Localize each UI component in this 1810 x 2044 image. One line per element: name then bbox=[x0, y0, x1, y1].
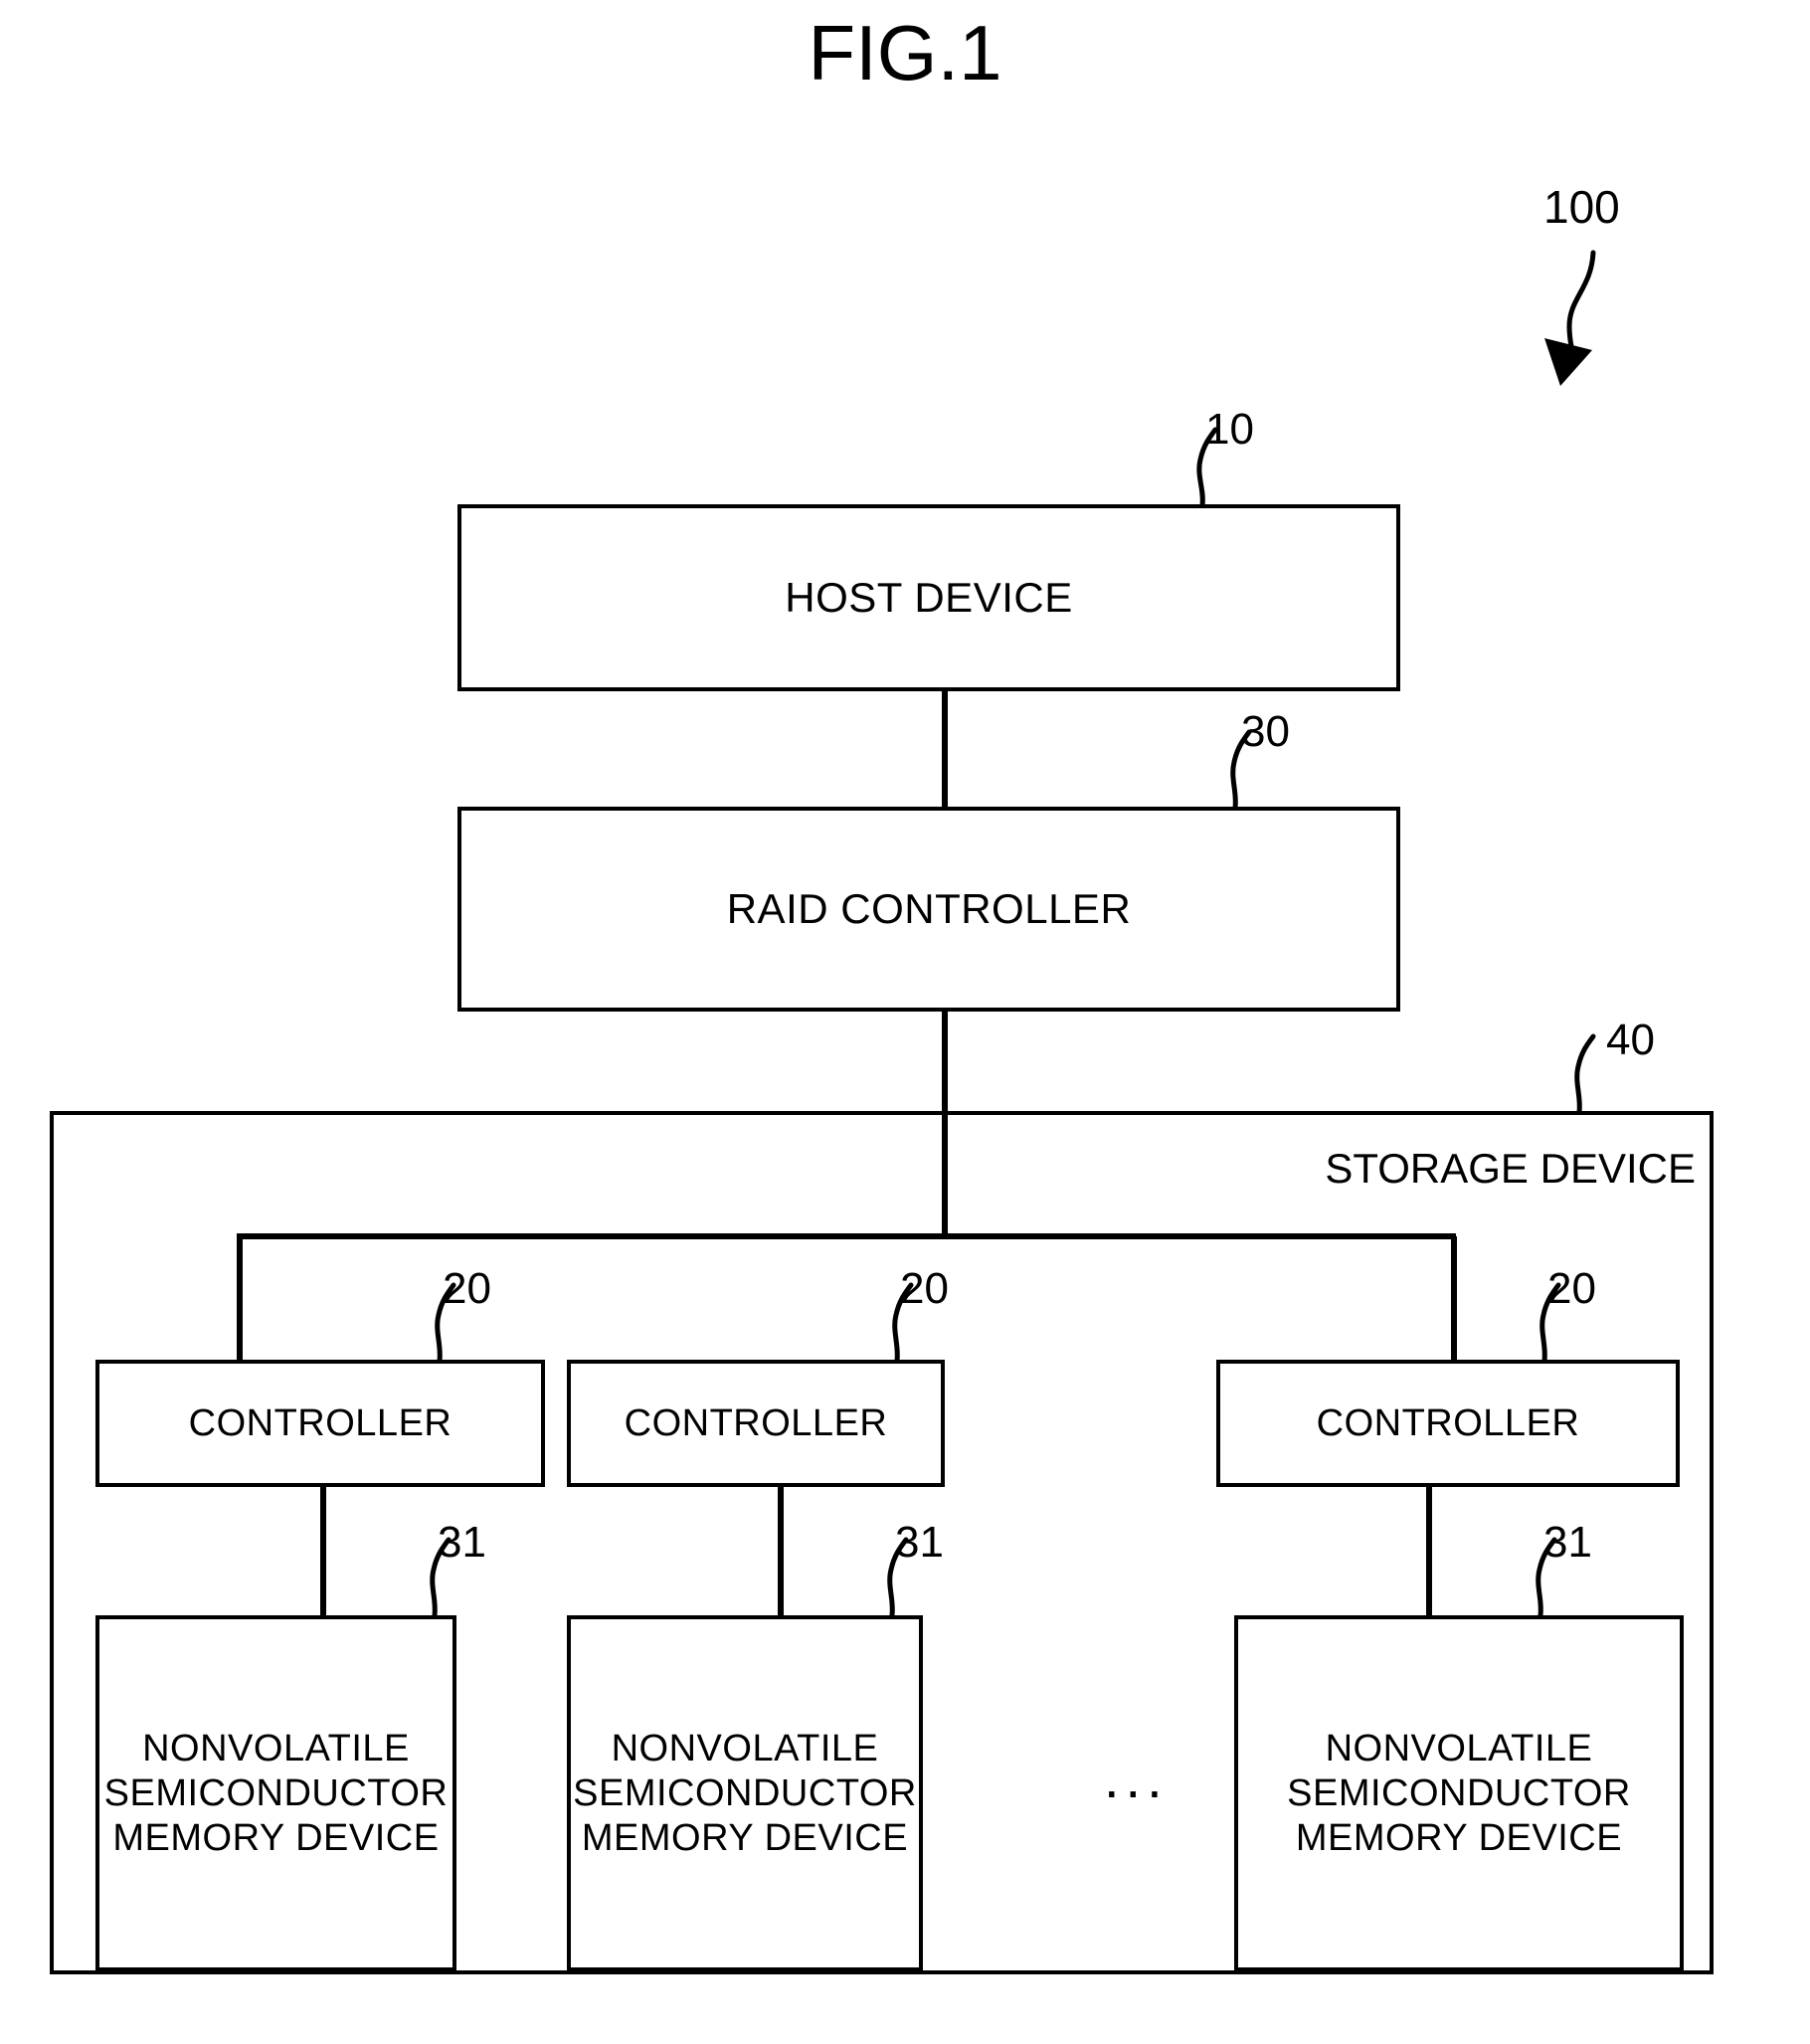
reference-numeral-100: 100 bbox=[1543, 181, 1620, 233]
memory-device-block-2: NONVOLATILE SEMICONDUCTOR MEMORY DEVICE bbox=[567, 1615, 923, 1971]
reference-numeral-20-2: 20 bbox=[900, 1264, 949, 1313]
reference-numeral-20-3: 20 bbox=[1547, 1264, 1596, 1313]
reference-numeral-31-3: 31 bbox=[1543, 1518, 1592, 1567]
reference-numeral-40: 40 bbox=[1606, 1016, 1655, 1064]
ellipsis-separator: ... bbox=[1104, 1747, 1169, 1809]
system-arrow-head bbox=[1544, 338, 1592, 386]
controller-block-3: CONTROLLER bbox=[1216, 1360, 1680, 1487]
raid-controller-block: RAID CONTROLLER bbox=[457, 807, 1400, 1012]
controller-block-2: CONTROLLER bbox=[567, 1360, 945, 1487]
storage-device-label: STORAGE DEVICE bbox=[1325, 1145, 1696, 1192]
memory-device-block-3: NONVOLATILE SEMICONDUCTOR MEMORY DEVICE bbox=[1234, 1615, 1684, 1971]
memory-device-label-1: NONVOLATILE SEMICONDUCTOR MEMORY DEVICE bbox=[103, 1727, 449, 1859]
reference-numeral-31-2: 31 bbox=[895, 1518, 944, 1567]
raid-controller-label: RAID CONTROLLER bbox=[726, 885, 1132, 932]
reference-numeral-30: 30 bbox=[1241, 707, 1290, 756]
patent-figure: FIG.1 100 HOST DEVICE 10 RAID CONTROLLER… bbox=[0, 0, 1810, 2044]
leader-line-40 bbox=[1574, 1033, 1596, 1115]
controller-block-1: CONTROLLER bbox=[95, 1360, 545, 1487]
controller-label-3: CONTROLLER bbox=[1316, 1402, 1580, 1444]
controller-label-2: CONTROLLER bbox=[624, 1402, 888, 1444]
controller-label-1: CONTROLLER bbox=[188, 1402, 452, 1444]
reference-numeral-10: 10 bbox=[1205, 405, 1254, 454]
host-device-label: HOST DEVICE bbox=[785, 574, 1073, 621]
reference-numeral-20-1: 20 bbox=[443, 1264, 491, 1313]
host-device-block: HOST DEVICE bbox=[457, 504, 1400, 691]
memory-device-label-2: NONVOLATILE SEMICONDUCTOR MEMORY DEVICE bbox=[573, 1727, 917, 1859]
system-arrow-leader bbox=[1566, 250, 1596, 363]
memory-device-label-3: NONVOLATILE SEMICONDUCTOR MEMORY DEVICE bbox=[1287, 1727, 1631, 1859]
reference-numeral-31-1: 31 bbox=[438, 1518, 486, 1567]
memory-device-block-1: NONVOLATILE SEMICONDUCTOR MEMORY DEVICE bbox=[95, 1615, 456, 1971]
